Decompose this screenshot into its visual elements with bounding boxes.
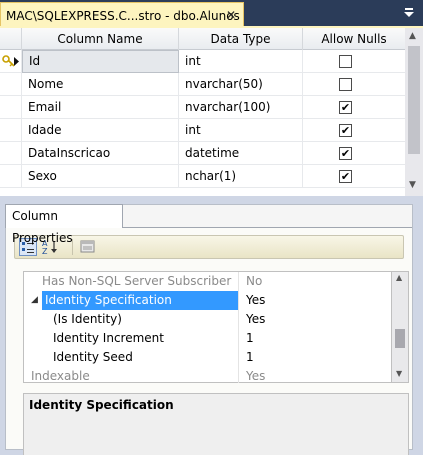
allow-nulls-checkbox[interactable] [339, 78, 352, 91]
property-row[interactable]: Indexable Yes [24, 367, 393, 383]
property-value[interactable]: Yes [238, 291, 393, 310]
property-row[interactable]: Identity Increment 1 [24, 329, 393, 348]
property-row[interactable]: (Is Identity) Yes [24, 310, 393, 329]
scroll-up-icon[interactable]: ▲ [409, 31, 416, 41]
property-label: Identity Seed [53, 350, 133, 364]
row-selector[interactable] [0, 165, 22, 188]
data-type-cell[interactable]: int [179, 119, 303, 142]
table-row[interactable]: Sexo nchar(1) ✔ [0, 165, 405, 188]
grid-header: Column Name Data Type Allow Nulls [0, 28, 405, 50]
property-label: (Is Identity) [53, 312, 122, 326]
table-row[interactable]: Id int [0, 50, 405, 73]
column-name-cell[interactable]: Id [22, 50, 179, 73]
data-type-cell[interactable]: nvarchar(100) [179, 96, 303, 119]
column-name-cell[interactable]: Email [22, 96, 179, 119]
column-name-cell[interactable]: Sexo [22, 165, 179, 188]
allow-nulls-checkbox[interactable]: ✔ [339, 170, 352, 183]
document-tab[interactable]: MAC\SQLEXPRESS.C...stro - dbo.Alunos ✕ [0, 2, 244, 28]
property-label: Has Non-SQL Server Subscriber [42, 274, 232, 288]
property-pages-icon[interactable] [79, 238, 97, 256]
scroll-thumb[interactable] [395, 329, 405, 348]
document-tab-title: MAC\SQLEXPRESS.C...stro - dbo.Alunos [6, 8, 240, 23]
data-type-cell[interactable]: int [179, 50, 303, 73]
data-type-cell[interactable]: nchar(1) [179, 165, 303, 188]
window-dropdown-icon[interactable] [403, 5, 417, 21]
column-name-cell[interactable]: DataInscricao [22, 142, 179, 165]
allow-nulls-checkbox[interactable]: ✔ [339, 147, 352, 160]
collapse-icon[interactable]: ◢ [31, 291, 38, 310]
description-panel: Identity Specification [23, 393, 409, 455]
column-name-cell[interactable]: Idade [22, 119, 179, 142]
allow-nulls-checkbox[interactable]: ✔ [339, 124, 352, 137]
primary-key-icon [0, 50, 22, 73]
data-type-cell[interactable]: datetime [179, 142, 303, 165]
tab-column-properties[interactable]: Column Properties [5, 204, 123, 245]
table-row[interactable]: Nome nvarchar(50) [0, 73, 405, 96]
properties-body: A Z Has Non-SQL Server Subscriber N [6, 227, 412, 455]
property-value[interactable]: Yes [238, 310, 393, 329]
description-title: Identity Specification [29, 398, 174, 412]
allow-nulls-checkbox[interactable] [339, 55, 352, 68]
row-selector[interactable] [0, 142, 22, 165]
designer-scrollbar[interactable]: ▲ ▼ [405, 28, 423, 196]
close-tab-icon[interactable]: ✕ [226, 8, 236, 22]
row-header-corner [0, 28, 22, 50]
property-row[interactable]: ◢ Identity Specification Yes [24, 291, 393, 310]
table-row[interactable]: Email nvarchar(100) ✔ [0, 96, 405, 119]
scroll-up-icon[interactable]: ▲ [396, 273, 402, 282]
property-grid-scrollbar[interactable]: ▲ ▼ [392, 271, 409, 383]
allow-nulls-checkbox[interactable]: ✔ [339, 101, 352, 114]
property-row[interactable]: Identity Seed 1 [24, 348, 393, 367]
allow-nulls-header[interactable]: Allow Nulls [303, 28, 405, 50]
property-label: Identity Specification [42, 291, 238, 310]
property-value[interactable]: Yes [238, 367, 393, 383]
row-selector[interactable] [0, 119, 22, 142]
scroll-down-icon[interactable]: ▼ [409, 180, 416, 190]
data-type-cell[interactable]: nvarchar(50) [179, 73, 303, 96]
property-label: Identity Increment [53, 331, 164, 345]
scroll-down-icon[interactable]: ▼ [396, 369, 402, 378]
table-designer: Column Name Data Type Allow Nulls Id int… [0, 28, 423, 196]
row-selector[interactable] [0, 73, 22, 96]
property-value[interactable]: 1 [238, 348, 393, 367]
row-selector[interactable] [0, 96, 22, 119]
column-name-header[interactable]: Column Name [22, 28, 179, 50]
property-value[interactable]: 1 [238, 329, 393, 348]
table-row[interactable]: Idade int ✔ [0, 119, 405, 142]
property-value[interactable]: No [238, 272, 393, 291]
data-type-header[interactable]: Data Type [179, 28, 303, 50]
column-properties-pane: A Z Has Non-SQL Server Subscriber N [0, 200, 423, 455]
scroll-thumb[interactable] [408, 46, 420, 154]
table-row[interactable]: DataInscricao datetime ✔ [0, 142, 405, 165]
columns-grid: Column Name Data Type Allow Nulls Id int… [0, 28, 405, 196]
property-grid: Has Non-SQL Server Subscriber No ◢ Ident… [23, 271, 392, 383]
property-label: Indexable [31, 369, 90, 383]
property-row[interactable]: Has Non-SQL Server Subscriber No [24, 272, 393, 291]
column-name-cell[interactable]: Nome [22, 73, 179, 96]
